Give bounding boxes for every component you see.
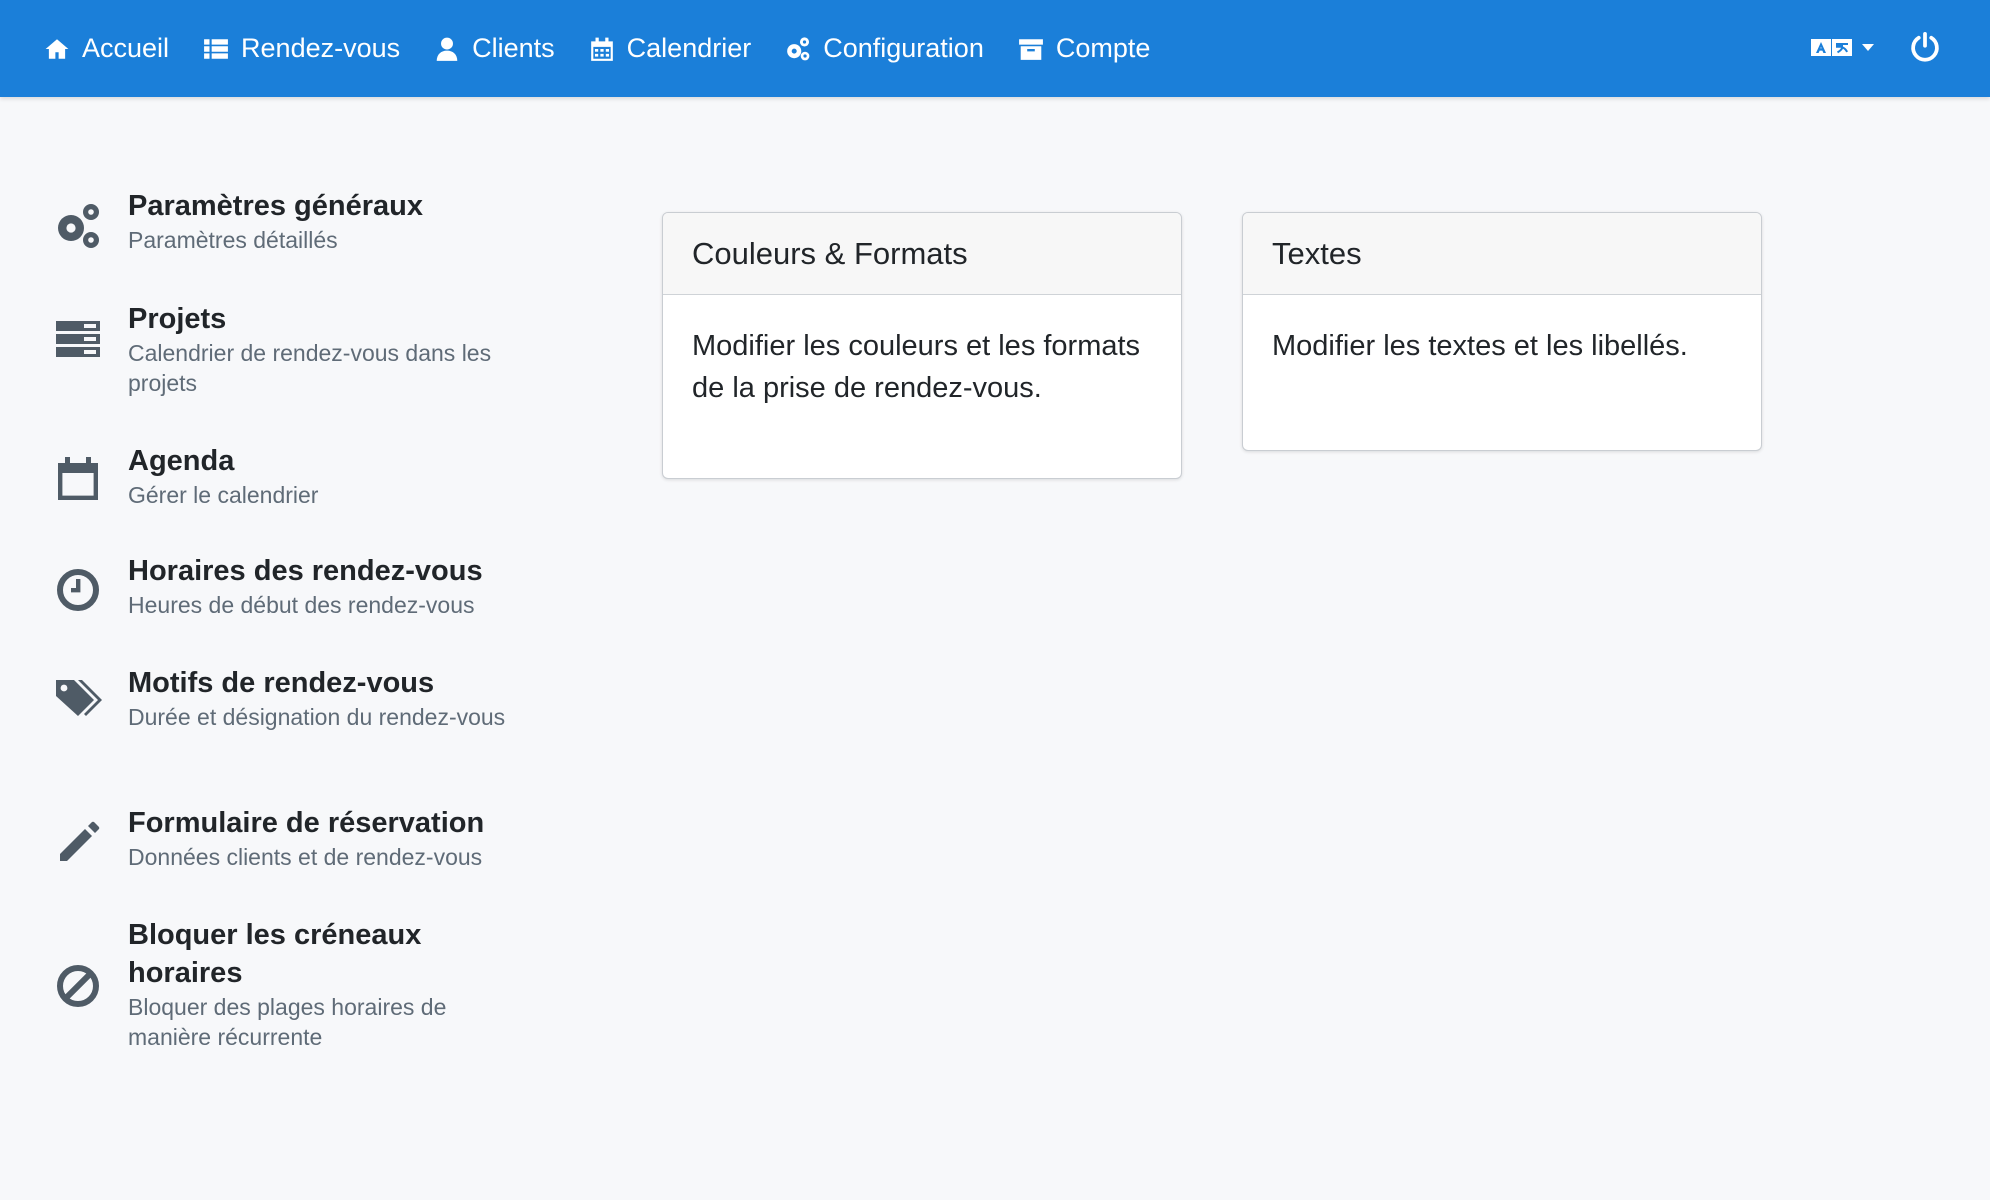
power-icon[interactable] — [1910, 32, 1940, 62]
calendar-icon — [590, 37, 613, 61]
nav-item-configuration[interactable]: Configuration — [785, 0, 984, 97]
sidebar-item-title: Horaires des rendez-vous — [128, 555, 483, 587]
sidebar-item-projets[interactable]: Projets Calendrier de rendez-vous dans l… — [52, 300, 512, 442]
sidebar-item-title: Formulaire de réservation — [128, 807, 485, 839]
gears-icon — [787, 36, 810, 60]
sidebar-item-horaires[interactable]: Horaires des rendez-vous Heures de début… — [52, 552, 512, 664]
chevron-down-icon — [1862, 43, 1874, 51]
tags-icon — [54, 674, 102, 722]
card-textes[interactable]: Textes Modifier les textes et les libell… — [1242, 212, 1762, 451]
top-navbar: Accueil Rendez-vous Clients Calendrier C… — [0, 0, 1990, 97]
main-nav: Accueil Rendez-vous Clients Calendrier C… — [44, 0, 1184, 97]
gears-icon — [54, 202, 102, 250]
nav-item-calendrier[interactable]: Calendrier — [589, 0, 752, 97]
sidebar-item-title: Paramètres généraux — [128, 190, 423, 222]
nav-item-label: Rendez-vous — [241, 33, 401, 63]
home-icon — [45, 38, 69, 59]
nav-item-rendez-vous[interactable]: Rendez-vous — [203, 0, 400, 97]
sidebar-item-title: Agenda — [128, 445, 235, 477]
sidebar-item-formulaire[interactable]: Formulaire de réservation Données client… — [52, 804, 512, 916]
sidebar-item-subtitle: Gérer le calendrier — [128, 482, 319, 508]
nav-item-accueil[interactable]: Accueil — [44, 0, 169, 97]
card-body: Modifier les textes et les libellés. — [1272, 330, 1688, 362]
sidebar-item-title: Bloquer les créneaux horaires — [128, 919, 422, 989]
nav-item-label: Clients — [472, 33, 555, 63]
ban-icon — [54, 962, 102, 1010]
nav-item-label: Configuration — [823, 33, 984, 63]
card-title: Textes — [1243, 213, 1761, 295]
nav-item-label: Compte — [1055, 33, 1151, 63]
sidebar-item-motifs[interactable]: Motifs de rendez-vous Durée et désignati… — [52, 664, 512, 804]
sidebar-item-subtitle: Bloquer des plages horaires de manière r… — [128, 994, 447, 1050]
card-title: Couleurs & Formats — [663, 213, 1181, 295]
user-icon — [436, 37, 458, 61]
archive-icon — [1018, 38, 1043, 60]
config-sidebar: Paramètres généraux Paramètres détaillés… — [52, 187, 512, 1056]
sidebar-item-subtitle: Calendrier de rendez-vous dans les proje… — [128, 340, 492, 396]
language-icon — [1811, 39, 1852, 56]
card-body: Modifier les couleurs et les formats de … — [692, 330, 1141, 404]
sidebar-item-title: Motifs de rendez-vous — [128, 667, 435, 699]
sidebar-item-title: Projets — [128, 303, 227, 335]
sidebar-item-subtitle: Heures de début des rendez-vous — [128, 592, 475, 618]
nav-item-label: Calendrier — [626, 33, 752, 63]
calendar-icon — [54, 454, 102, 502]
nav-item-clients[interactable]: Clients — [434, 0, 555, 97]
nav-item-compte[interactable]: Compte — [1018, 0, 1151, 97]
sidebar-item-subtitle: Données clients et de rendez-vous — [128, 844, 483, 870]
nav-item-label: Accueil — [82, 33, 170, 63]
server-icon — [54, 315, 102, 363]
sidebar-item-parametres-generaux[interactable]: Paramètres généraux Paramètres détaillés — [52, 187, 512, 300]
sidebar-item-subtitle: Durée et désignation du rendez-vous — [128, 704, 506, 730]
list-icon — [204, 38, 228, 59]
sidebar-item-subtitle: Paramètres détaillés — [128, 227, 338, 253]
language-dropdown[interactable] — [1811, 34, 1874, 60]
pencil-icon — [54, 819, 102, 867]
clock-icon — [54, 566, 102, 614]
sidebar-item-bloquer-creneaux[interactable]: Bloquer les créneaux horaires Bloquer de… — [52, 916, 512, 1056]
card-couleurs-formats[interactable]: Couleurs & Formats Modifier les couleurs… — [662, 212, 1182, 479]
sidebar-item-agenda[interactable]: Agenda Gérer le calendrier — [52, 442, 512, 552]
